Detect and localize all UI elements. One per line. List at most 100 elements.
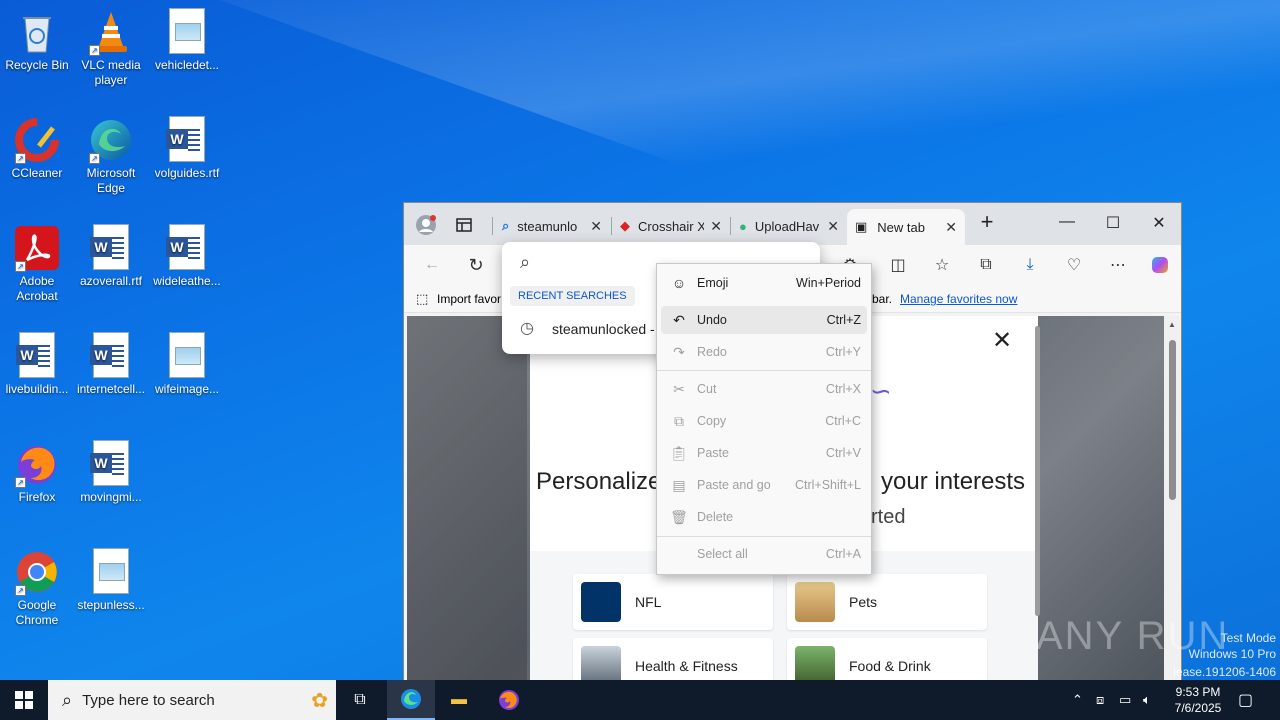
menu-item-shortcut: Ctrl+A (825, 547, 861, 561)
desktop-icon-livebuildin[interactable]: W livebuildin... (0, 332, 74, 397)
close-tab-icon[interactable]: ✕ (827, 218, 839, 235)
clock-date: 7/6/2025 (1174, 701, 1222, 715)
recycle-bin-icon (13, 8, 61, 56)
desktop-icon-movingmi[interactable]: W movingmi... (74, 440, 148, 505)
menu-item-undo[interactable]: ↶ Undo Ctrl+Z (661, 306, 867, 334)
scroll-up-arrow-icon[interactable]: ▲ (1168, 320, 1176, 329)
collections-icon[interactable]: ⧉ (974, 253, 998, 277)
chrome-icon: ↗ (13, 548, 61, 596)
desktop-icon-azoverall[interactable]: W azoverall.rtf (74, 224, 148, 289)
menu-item-select-all[interactable]: Select all Ctrl+A (661, 540, 867, 568)
page-scroll-thumb[interactable] (1035, 326, 1040, 616)
interest-card-nfl[interactable]: NFL (573, 574, 773, 630)
desktop-icon-stepunless[interactable]: stepunless... (74, 548, 148, 613)
copilot-icon[interactable] (1148, 253, 1172, 277)
menu-item-delete[interactable]: 🗑︎ Delete (661, 503, 867, 531)
desktop-icon-wideleathe[interactable]: W wideleathe... (150, 224, 224, 289)
edge-icon: ↗ (87, 116, 135, 164)
close-personalize-icon[interactable]: ✕ (992, 326, 1012, 355)
menu-item-paste-and-go[interactable]: ▤ Paste and go Ctrl+Shift+L (661, 471, 867, 499)
maximize-icon[interactable]: ☐ (1098, 213, 1128, 233)
desktop-icon-label: volguides.rtf (154, 166, 220, 180)
desktop-icon-label: Firefox (18, 490, 56, 504)
image-file-icon (169, 8, 205, 54)
downloads-icon[interactable]: ⤓ (1018, 253, 1042, 277)
menu-item-shortcut: Ctrl+V (825, 446, 861, 460)
tab-crosshair[interactable]: ◆ Crosshair X ✕ (612, 211, 730, 241)
desktop-icon-wifeimage[interactable]: wifeimage... (150, 332, 224, 397)
decorative-squiggle-icon: ∽ (870, 376, 892, 406)
network-icon[interactable]: ▭ (1119, 680, 1131, 720)
personalize-heading-right: your interests (881, 468, 1026, 495)
desktop-icon-vlc[interactable]: ↗ VLC media player (74, 8, 148, 88)
delete-icon: 🗑︎ (670, 508, 688, 525)
desktop-icon-acrobat[interactable]: ↗ Adobe Acrobat (0, 224, 74, 304)
show-hidden-icons-chevron-icon[interactable]: ⌃ (1072, 680, 1083, 720)
new-tab-plus-icon[interactable]: + (972, 209, 1002, 235)
tab-label: Crosshair X (638, 218, 704, 234)
interest-card-pets[interactable]: Pets (787, 574, 987, 630)
taskbar-firefox-icon[interactable] (485, 680, 533, 720)
refresh-icon[interactable]: ↻ (464, 253, 488, 277)
close-tab-icon[interactable]: ✕ (710, 218, 722, 235)
menu-item-label: Copy (697, 414, 727, 428)
import-favorites-icon[interactable]: ⬚ (416, 291, 428, 307)
desktop-icon-label: stepunless... (77, 598, 145, 612)
desktop-icon-label: Adobe Acrobat (16, 274, 58, 303)
split-screen-icon[interactable]: ◫ (886, 253, 910, 277)
tab-steamunlocked[interactable]: ⌕ steamunlo ✕ (494, 211, 610, 241)
desktop-icon-chrome[interactable]: ↗ Google Chrome (0, 548, 74, 628)
desktop-icon-edge[interactable]: ↗ Microsoft Edge (74, 116, 148, 196)
interest-card-label: Health & Fitness (635, 658, 738, 674)
close-tab-icon[interactable]: ✕ (945, 219, 957, 236)
shortcut-arrow-icon: ↗ (15, 153, 26, 164)
desktop-icon-vehicledet[interactable]: vehicledet... (150, 8, 224, 73)
desktop-icon-volguides[interactable]: W volguides.rtf (150, 116, 224, 181)
import-favorites-label[interactable]: Import favor (437, 292, 501, 306)
clock[interactable]: 9:53 PM 7/6/2025 (1166, 680, 1230, 720)
desktop-icon-ccleaner[interactable]: ↗ CCleaner (0, 116, 74, 181)
back-arrow-icon[interactable]: ← (420, 253, 444, 277)
minimize-icon[interactable]: — (1052, 213, 1082, 231)
menu-item-copy[interactable]: ⧉ Copy Ctrl+C (661, 407, 867, 435)
cut-icon: ✂ (673, 380, 685, 397)
tab-label: steamunlo (517, 218, 578, 234)
more-options-icon[interactable]: ⋯ (1106, 253, 1130, 277)
tab-actions-icon[interactable] (452, 213, 476, 237)
tray-device-icon[interactable]: ⧈ (1096, 680, 1104, 720)
notifications-icon[interactable]: ▢ (1238, 680, 1253, 720)
volume-icon[interactable]: 🔈︎ (1143, 680, 1151, 720)
search-icon: ⌕ (502, 218, 510, 233)
desktop-icon-recycle-bin[interactable]: Recycle Bin (0, 8, 74, 73)
menu-item-paste[interactable]: 📋︎ Paste Ctrl+V (661, 439, 867, 467)
taskbar-search-box[interactable]: ⌕ Type here to search ✿ (48, 680, 336, 720)
menu-item-cut[interactable]: ✂ Cut Ctrl+X (661, 375, 867, 403)
close-window-icon[interactable]: ✕ (1144, 213, 1174, 233)
favorites-star-icon[interactable]: ☆ (930, 253, 954, 277)
task-view-icon[interactable]: ⧉ (336, 680, 384, 720)
manage-favorites-link[interactable]: Manage favorites now (900, 292, 1017, 306)
desktop-icon-label: azoverall.rtf (79, 274, 143, 288)
browser-essentials-icon[interactable]: ♡ (1062, 253, 1086, 277)
shortcut-arrow-icon: ↗ (15, 261, 26, 272)
tab-uploadhaven[interactable]: ● UploadHav ✕ (731, 211, 847, 241)
menu-item-redo[interactable]: ↷ Redo Ctrl+Y (661, 338, 867, 366)
vlc-cone-icon: ↗ (87, 8, 135, 56)
file-explorer-icon[interactable]: ▬ (435, 680, 483, 720)
menu-item-shortcut: Ctrl+X (825, 382, 861, 396)
desktop-icon-firefox[interactable]: ↗ Firefox (0, 440, 74, 505)
close-tab-icon[interactable]: ✕ (590, 218, 602, 235)
desktop-icon-label: movingmi... (80, 490, 142, 504)
desktop-icon-internetcell[interactable]: W internetcell... (74, 332, 148, 397)
tab-new-tab[interactable]: ▣ New tab ✕ (847, 209, 965, 245)
profile-avatar-icon[interactable] (414, 213, 438, 237)
scroll-thumb[interactable] (1169, 340, 1176, 500)
menu-item-emoji[interactable]: ☺ Emoji Win+Period (661, 269, 867, 297)
start-button[interactable] (0, 680, 48, 720)
crosshair-site-icon: ◆ (620, 218, 630, 233)
context-menu: ☺ Emoji Win+Period ↶ Undo Ctrl+Z ↷ Redo … (656, 263, 872, 575)
search-icon: ⌕ (520, 252, 531, 272)
taskbar-edge-icon[interactable] (387, 680, 435, 720)
menu-item-label: Paste (697, 446, 729, 460)
recent-search-item[interactable]: steamunlocked - (552, 321, 656, 337)
